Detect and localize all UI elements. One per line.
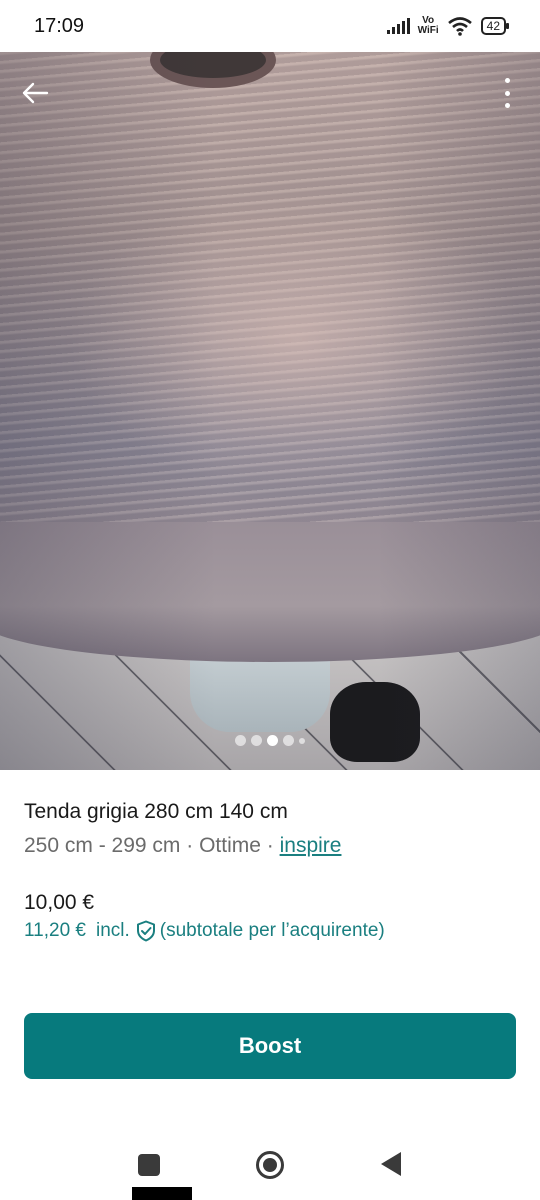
carousel-dot bbox=[283, 735, 294, 746]
buyer-price-note: (subtotale per l’acquirente) bbox=[159, 920, 385, 941]
carousel-dot bbox=[235, 735, 246, 746]
carousel-dot bbox=[251, 735, 262, 746]
separator: · bbox=[260, 834, 280, 857]
carousel-dot bbox=[299, 737, 305, 744]
battery-icon: 42 bbox=[480, 17, 510, 35]
home-circle-icon[interactable] bbox=[256, 1151, 284, 1179]
boost-button[interactable]: Boost bbox=[24, 1013, 516, 1079]
item-size: 250 cm - 299 cm bbox=[24, 834, 181, 857]
more-vertical-icon-dot bbox=[504, 103, 510, 108]
vowifi-label-bottom: WiFi bbox=[417, 25, 439, 36]
vowifi-indicator: Vo WiFi bbox=[418, 16, 439, 36]
status-bar: 17:09 Vo WiFi 42 bbox=[0, 0, 540, 52]
item-title: Tenda grigia 280 cm 140 cm bbox=[24, 800, 288, 823]
status-time: 17:09 bbox=[34, 14, 85, 37]
item-details: 250 cm - 299 cm · Ottime · inspire bbox=[24, 834, 516, 862]
brand-link[interactable]: inspire bbox=[280, 834, 342, 857]
item-info: Tenda grigia 280 cm 140 cm 250 cm - 299 … bbox=[24, 800, 516, 862]
gesture-bar bbox=[132, 1187, 192, 1200]
carousel-dot-active bbox=[267, 735, 278, 746]
wifi-icon bbox=[447, 17, 472, 36]
photo-shade bbox=[0, 52, 540, 770]
separator: · bbox=[180, 834, 200, 857]
recents-square-icon[interactable] bbox=[138, 1154, 160, 1176]
carousel-indicator bbox=[0, 735, 540, 746]
item-price: 10,00 € bbox=[24, 891, 95, 914]
arrow-left-icon bbox=[22, 82, 49, 104]
more-options-button[interactable] bbox=[500, 76, 514, 110]
shield-check-icon bbox=[136, 920, 156, 942]
buyer-price-incl: incl. bbox=[95, 920, 130, 941]
back-triangle-icon[interactable] bbox=[381, 1152, 401, 1176]
status-icons: Vo WiFi 42 bbox=[386, 16, 510, 36]
item-condition: Ottime bbox=[199, 834, 261, 857]
item-photo[interactable] bbox=[0, 52, 540, 770]
buyer-price-row[interactable]: 11,20 € incl. (subtotale per l’acquirent… bbox=[24, 920, 385, 942]
signal-icon bbox=[386, 18, 410, 34]
more-vertical-icon-dot bbox=[504, 90, 510, 96]
system-navigation-bar bbox=[0, 1130, 540, 1200]
more-vertical-icon-dot bbox=[504, 78, 510, 83]
back-button[interactable] bbox=[18, 76, 52, 110]
buyer-price: 11,20 € bbox=[24, 920, 86, 941]
